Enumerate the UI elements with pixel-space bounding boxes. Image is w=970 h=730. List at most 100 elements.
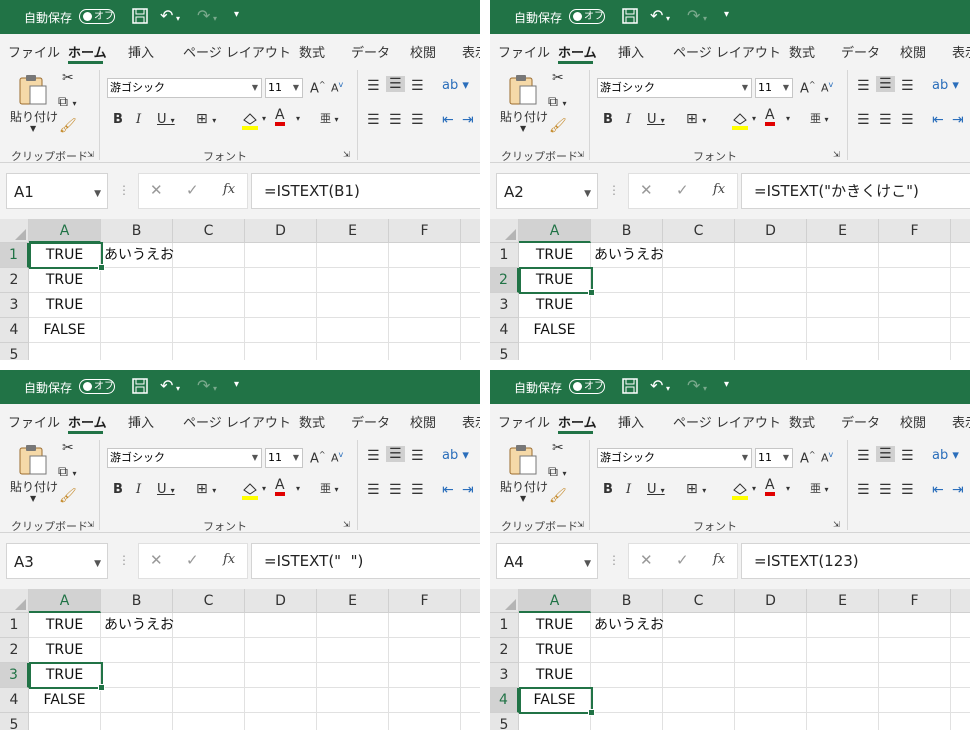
row-header[interactable]: 2 — [490, 268, 519, 293]
cell[interactable] — [461, 293, 480, 318]
cell[interactable]: TRUE — [519, 613, 591, 638]
undo-icon[interactable]: ↶ ▾ — [650, 6, 670, 25]
cut-icon[interactable]: ✂ — [552, 440, 564, 456]
cell[interactable] — [735, 663, 807, 688]
cell[interactable] — [951, 268, 970, 293]
cell[interactable] — [389, 243, 461, 268]
cell[interactable] — [101, 343, 173, 360]
format-painter-icon[interactable]: 🖌 — [59, 118, 77, 134]
column-header[interactable]: A — [519, 589, 591, 613]
phonetic-icon[interactable]: 亜 ▾ — [810, 480, 829, 496]
font-launcher-icon[interactable]: ⇲ — [833, 150, 840, 159]
cell[interactable] — [807, 268, 879, 293]
cell[interactable] — [591, 663, 663, 688]
font-launcher-icon[interactable]: ⇲ — [343, 150, 350, 159]
cell[interactable] — [807, 318, 879, 343]
fill-color-icon[interactable] — [240, 480, 260, 500]
tab-5[interactable]: データ — [351, 412, 390, 431]
decrease-indent-icon[interactable]: ⇤ — [442, 112, 454, 128]
tab-0[interactable]: ファイル — [498, 42, 550, 61]
name-box[interactable]: A4 ▼ — [496, 543, 598, 579]
cell[interactable] — [461, 268, 480, 293]
cell[interactable] — [735, 613, 807, 638]
grow-font-button[interactable]: A^ — [310, 450, 326, 466]
cell[interactable] — [879, 688, 951, 713]
autosave-toggle[interactable]: オフ — [569, 379, 605, 394]
font-name-select[interactable]: 游ゴシック ▼ — [597, 448, 752, 468]
paste-dropdown-icon[interactable]: ▼ — [520, 124, 526, 133]
cell[interactable]: あいうえお — [101, 243, 174, 268]
italic-button[interactable]: I — [626, 482, 631, 497]
cell[interactable] — [951, 713, 970, 730]
save-icon[interactable] — [621, 7, 639, 25]
cell[interactable] — [245, 318, 317, 343]
font-name-select[interactable]: 游ゴシック ▼ — [107, 78, 262, 98]
font-color-icon[interactable]: A — [275, 108, 285, 126]
tab-7[interactable]: 表示 — [462, 412, 480, 431]
cell[interactable] — [519, 343, 591, 360]
row-header[interactable]: 4 — [490, 688, 519, 713]
cut-icon[interactable]: ✂ — [62, 70, 74, 86]
copy-icon[interactable]: ⧉ ▾ — [548, 464, 566, 480]
column-header[interactable]: E — [807, 589, 879, 613]
underline-button[interactable]: U ▾ — [647, 112, 665, 127]
align-middle-icon[interactable]: ☰ — [386, 446, 405, 462]
fill-color-icon[interactable] — [730, 110, 750, 130]
align-center-icon[interactable]: ☰ — [879, 112, 892, 128]
cell[interactable] — [101, 293, 173, 318]
cell[interactable] — [317, 613, 389, 638]
clipboard-launcher-icon[interactable]: ⇲ — [87, 520, 94, 529]
formula-bar[interactable]: =ISTEXT(" ") — [251, 543, 480, 579]
cell[interactable]: あいうえお — [591, 613, 664, 638]
increase-indent-icon[interactable]: ⇥ — [462, 112, 474, 128]
cell[interactable]: TRUE — [519, 638, 591, 663]
cell[interactable] — [173, 293, 245, 318]
fill-handle[interactable] — [98, 264, 105, 271]
cell[interactable] — [807, 243, 879, 268]
tab-2[interactable]: 挿入 — [128, 42, 154, 61]
fill-handle[interactable] — [588, 709, 595, 716]
copy-icon[interactable]: ⧉ ▾ — [58, 464, 76, 480]
cell[interactable] — [591, 268, 663, 293]
insert-function-icon[interactable]: fx — [713, 552, 725, 567]
fill-color-dropdown-icon[interactable]: ▾ — [752, 114, 756, 123]
column-header[interactable]: F — [879, 219, 951, 243]
cell[interactable] — [663, 638, 735, 663]
enter-icon[interactable]: ✓ — [676, 181, 689, 199]
row-header[interactable]: 3 — [0, 293, 29, 318]
cell[interactable] — [173, 243, 245, 268]
align-right-icon[interactable]: ☰ — [901, 112, 914, 128]
orientation-icon[interactable]: ab ▾ — [442, 448, 469, 463]
formula-bar-grip[interactable]: ⋮ — [118, 183, 130, 197]
name-box[interactable]: A1 ▼ — [6, 173, 108, 209]
shrink-font-button[interactable]: Av — [821, 80, 833, 95]
column-header[interactable]: B — [591, 589, 663, 613]
align-right-icon[interactable]: ☰ — [411, 482, 424, 498]
redo-icon[interactable]: ↷ ▾ — [687, 376, 707, 395]
cell[interactable] — [317, 243, 389, 268]
cell[interactable]: TRUE — [29, 293, 101, 318]
cell[interactable] — [317, 713, 389, 730]
cell[interactable] — [951, 613, 970, 638]
cut-icon[interactable]: ✂ — [62, 440, 74, 456]
tab-3[interactable]: ページ レイアウト — [183, 42, 291, 61]
cell[interactable]: FALSE — [29, 318, 101, 343]
cell[interactable] — [879, 243, 951, 268]
tab-4[interactable]: 数式 — [299, 42, 325, 61]
fill-handle[interactable] — [588, 289, 595, 296]
cell[interactable] — [591, 293, 663, 318]
enter-icon[interactable]: ✓ — [676, 551, 689, 569]
cell[interactable] — [951, 663, 970, 688]
font-color-icon[interactable]: A — [765, 478, 775, 496]
clipboard-launcher-icon[interactable]: ⇲ — [577, 520, 584, 529]
cell[interactable] — [461, 663, 480, 688]
cell[interactable] — [663, 318, 735, 343]
increase-indent-icon[interactable]: ⇥ — [952, 112, 964, 128]
cell[interactable]: FALSE — [29, 688, 101, 713]
decrease-indent-icon[interactable]: ⇤ — [932, 112, 944, 128]
grow-font-button[interactable]: A^ — [310, 80, 326, 96]
fill-handle[interactable] — [98, 684, 105, 691]
tab-4[interactable]: 数式 — [789, 412, 815, 431]
cell[interactable] — [951, 293, 970, 318]
borders-button[interactable]: ⊞ ▾ — [686, 111, 706, 127]
